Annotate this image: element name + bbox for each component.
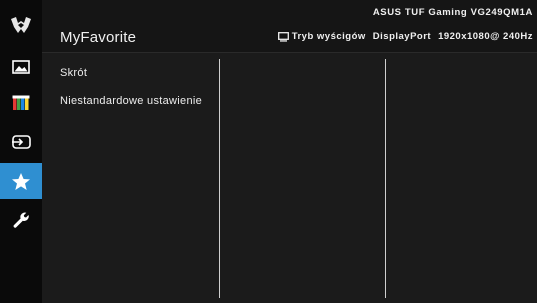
osd-menu: MyFavorite ASUS TUF Gaming VG249QM1A Try… <box>0 0 537 303</box>
input-label: DisplayPort <box>372 31 432 42</box>
column-divider <box>385 59 386 298</box>
wrench-icon <box>13 212 29 228</box>
header-bar: MyFavorite ASUS TUF Gaming VG249QM1A Try… <box>42 0 537 53</box>
image-icon <box>12 60 30 74</box>
sidebar-item-myfavorite[interactable] <box>0 163 42 199</box>
sidebar-item-image[interactable] <box>0 50 42 84</box>
menu-item-custom-setting[interactable]: Niestandardowe ustawienie <box>60 95 202 107</box>
sidebar <box>0 0 42 303</box>
sidebar-item-input[interactable] <box>0 125 42 159</box>
monitor-icon <box>277 31 289 42</box>
status-line: Tryb wyścigów DisplayPort 1920x1080@ 240… <box>277 31 533 42</box>
page-title: MyFavorite <box>60 29 137 46</box>
input-select-icon <box>12 135 31 149</box>
mode-label: Tryb wyścigów <box>291 31 366 42</box>
menu-item-shortcut[interactable]: Skrót <box>60 67 87 79</box>
menu-panel: Skrót Niestandardowe ustawienie <box>42 53 537 303</box>
star-icon <box>12 172 30 190</box>
sidebar-item-system[interactable] <box>0 204 42 238</box>
color-bars-icon <box>12 95 30 110</box>
sidebar-item-color[interactable] <box>0 86 42 120</box>
tuf-logo-icon <box>0 8 42 42</box>
monitor-model: ASUS TUF Gaming VG249QM1A <box>372 7 533 18</box>
column-divider <box>219 59 220 298</box>
resolution-label: 1920x1080@ 240Hz <box>438 31 533 42</box>
